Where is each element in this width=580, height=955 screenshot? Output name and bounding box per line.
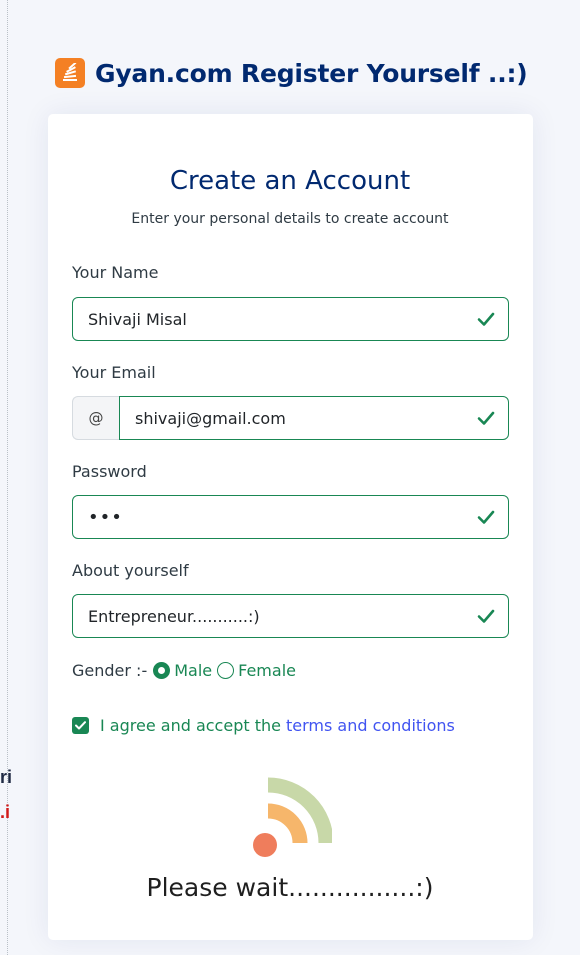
about-value: Entrepreneur...........:) — [88, 606, 260, 626]
password-value: ••• — [88, 506, 123, 528]
name-label: Your Name — [72, 263, 159, 282]
gender-label: Gender :- — [72, 660, 148, 680]
gender-option-male: Male — [174, 660, 213, 680]
gender-radio-male[interactable] — [153, 661, 171, 679]
email-input-group: @ shivaji@gmail.com — [72, 396, 509, 440]
terms-row: I agree and accept the terms and conditi… — [72, 713, 455, 737]
email-value: shivaji@gmail.com — [135, 408, 286, 428]
terms-text: I agree and accept the — [100, 715, 281, 735]
password-label: Password — [72, 462, 147, 481]
stack-logo-icon — [55, 58, 85, 88]
password-field[interactable]: ••• — [72, 495, 509, 539]
check-icon — [477, 510, 495, 524]
about-label: About yourself — [72, 561, 189, 580]
form-title: Create an Account — [169, 166, 411, 196]
gender-row: Gender :- Male Female — [72, 658, 296, 682]
name-value: Shivaji Misal — [88, 309, 187, 329]
email-field[interactable]: shivaji@gmail.com — [119, 396, 509, 440]
brand-header[interactable]: Gyan.com Register Yourself ..:) — [55, 54, 528, 92]
checkbox-check-icon — [75, 720, 86, 729]
name-field[interactable]: Shivaji Misal — [72, 297, 509, 341]
terms-checkbox[interactable] — [72, 716, 89, 734]
gender-radio-female[interactable] — [217, 661, 235, 679]
at-prefix: @ — [72, 396, 119, 440]
edge-text-fragment: ri — [0, 767, 13, 787]
please-wait-text: Please wait................:) — [146, 873, 434, 902]
brand-title: Gyan.com Register Yourself ..:) — [95, 58, 528, 88]
email-label: Your Email — [72, 363, 156, 382]
gender-option-female: Female — [238, 660, 296, 680]
check-icon — [477, 609, 495, 623]
rss-loader-icon — [253, 777, 332, 857]
form-subtitle: Enter your personal details to create ac… — [131, 211, 449, 227]
terms-link[interactable]: terms and conditions — [286, 716, 455, 735]
check-icon — [477, 411, 495, 425]
check-icon — [477, 312, 495, 326]
about-field[interactable]: Entrepreneur...........:) — [72, 594, 509, 638]
edge-text-fragment: .i — [0, 802, 11, 822]
